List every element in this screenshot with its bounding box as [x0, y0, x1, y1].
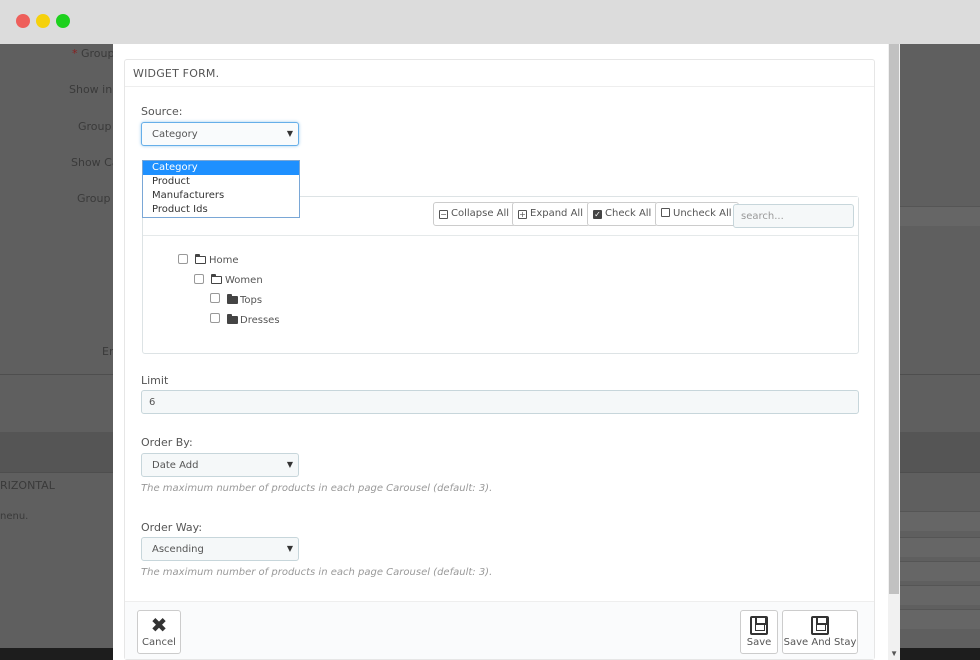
uncheck-all-button[interactable]: Uncheck All: [655, 202, 739, 226]
cancel-label: Cancel: [142, 637, 176, 648]
folder-open-icon: [210, 273, 222, 284]
tree-checkbox-tops[interactable]: [210, 293, 220, 303]
widget-form-modal: ▼ WIDGET FORM. Source: Category ▼ Catego…: [113, 44, 900, 660]
source-select-value: Category: [152, 129, 198, 140]
minus-square-icon: −: [439, 210, 448, 219]
source-select[interactable]: Category ▼: [141, 122, 299, 146]
collapse-all-label: Collapse All: [451, 208, 510, 219]
source-dropdown-list: Category Product Manufacturers Product I…: [142, 160, 300, 218]
order-way-label: Order Way:: [141, 521, 203, 534]
order-way-value: Ascending: [152, 544, 204, 555]
bg-label-group-2: Group: [78, 120, 112, 133]
tree-search-input[interactable]: search...: [733, 204, 854, 228]
tree-checkbox-dresses[interactable]: [210, 313, 220, 323]
source-option-manufacturers[interactable]: Manufacturers: [143, 189, 299, 203]
save-label: Save: [746, 637, 772, 648]
save-and-stay-button[interactable]: Save And Stay: [782, 610, 858, 654]
folder-icon: [227, 314, 238, 324]
source-option-product[interactable]: Product: [143, 175, 299, 189]
collapse-all-button[interactable]: − Collapse All: [433, 202, 517, 226]
maximize-window-button[interactable]: [56, 14, 70, 28]
empty-square-icon: [661, 208, 670, 217]
save-icon: [750, 616, 768, 635]
order-by-label: Order By:: [141, 436, 193, 449]
tree-node-tops[interactable]: Tops: [240, 295, 262, 306]
chevron-down-icon: ▼: [286, 129, 293, 138]
check-all-label: Check All: [605, 208, 652, 219]
order-by-help: The maximum number of products in each p…: [141, 483, 493, 494]
save-button[interactable]: Save: [740, 610, 778, 654]
panel-title: WIDGET FORM.: [125, 60, 874, 87]
modal-scrollbar-thumb[interactable]: [889, 44, 899, 594]
plus-square-icon: +: [518, 210, 527, 219]
panel-footer: ✖ Cancel Save Save And Stay: [125, 601, 874, 659]
order-by-select[interactable]: Date Add ▼: [141, 453, 299, 477]
order-way-select[interactable]: Ascending ▼: [141, 537, 299, 561]
source-option-product-ids[interactable]: Product Ids: [143, 203, 299, 217]
source-option-category[interactable]: Category: [143, 161, 299, 175]
minimize-window-button[interactable]: [36, 14, 50, 28]
modal-scrollbar[interactable]: ▼: [888, 44, 900, 660]
scroll-down-arrow-icon[interactable]: ▼: [890, 649, 898, 658]
bg-label-show-in: Show in: [69, 83, 113, 96]
chevron-down-icon: ▼: [286, 460, 293, 469]
tree-node-women[interactable]: Women: [225, 275, 263, 286]
bg-label-show-category: Show Ca: [71, 156, 119, 169]
order-way-help: The maximum number of products in each p…: [141, 567, 493, 578]
bg-section-text: nenu.: [0, 511, 29, 522]
close-window-button[interactable]: [16, 14, 30, 28]
order-by-value: Date Add: [152, 460, 199, 471]
cancel-button[interactable]: ✖ Cancel: [137, 610, 181, 654]
expand-all-label: Expand All: [530, 208, 583, 219]
check-all-button[interactable]: ✓ Check All: [587, 202, 659, 226]
uncheck-all-label: Uncheck All: [673, 208, 732, 219]
save-and-stay-label: Save And Stay: [783, 637, 857, 648]
tree-node-home[interactable]: Home: [209, 255, 239, 266]
close-icon: ✖: [150, 613, 168, 637]
bg-section-label: RIZONTAL: [0, 479, 55, 492]
save-icon: [811, 616, 829, 635]
tree-checkbox-women[interactable]: [194, 274, 204, 284]
chevron-down-icon: ▼: [286, 544, 293, 553]
folder-icon: [227, 294, 238, 304]
limit-label: Limit: [141, 374, 169, 387]
window-titlebar: [0, 0, 980, 44]
bg-label-group: * Group: [72, 47, 115, 60]
expand-all-button[interactable]: + Expand All: [512, 202, 590, 226]
category-tree: − Collapse All + Expand All ✓ Check All Unc…: [142, 196, 859, 354]
tree-node-dresses[interactable]: Dresses: [240, 315, 280, 326]
folder-open-icon: [194, 253, 206, 264]
widget-form-panel: WIDGET FORM. Source: Category ▼ Category…: [124, 59, 875, 660]
source-label: Source:: [141, 105, 183, 118]
checked-square-icon: ✓: [593, 210, 602, 219]
limit-input[interactable]: 6: [141, 390, 859, 414]
tree-checkbox-home[interactable]: [178, 254, 188, 264]
